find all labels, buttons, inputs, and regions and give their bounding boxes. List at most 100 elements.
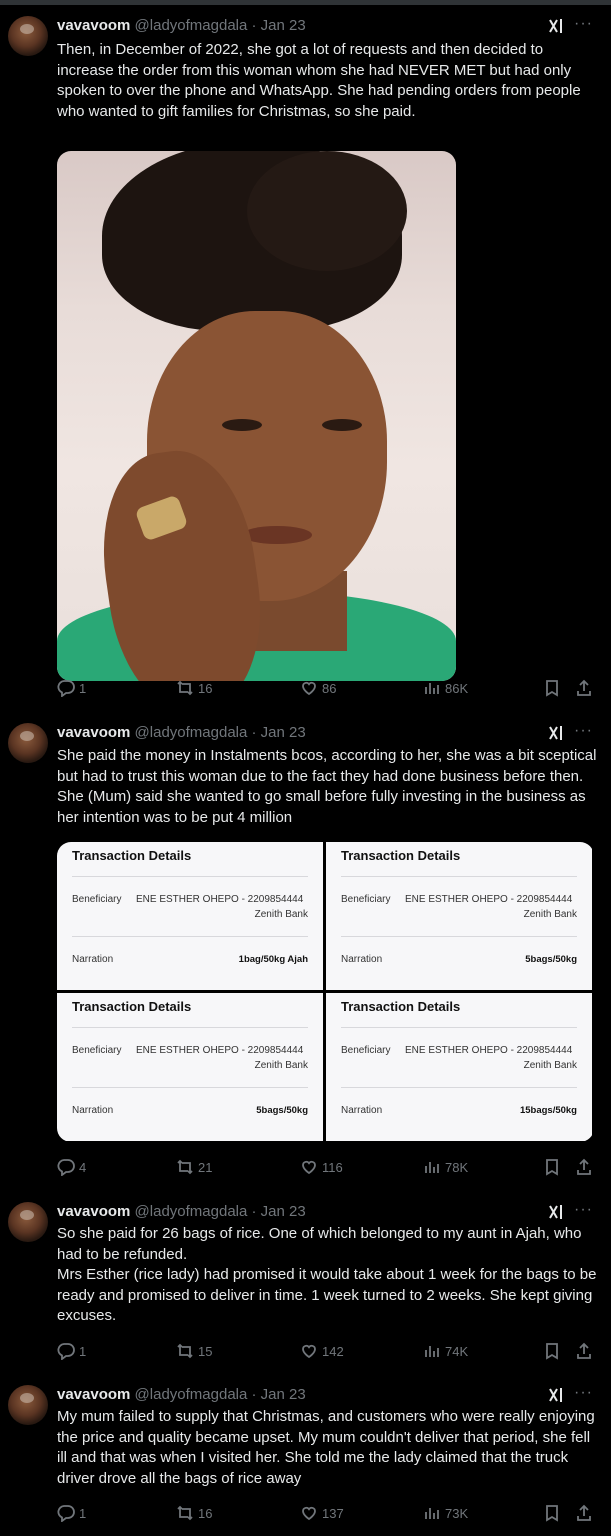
reply-button[interactable]: 1 — [57, 1341, 86, 1361]
share-button[interactable] — [575, 1157, 593, 1177]
bookmark-button[interactable] — [543, 1157, 561, 1177]
views-button[interactable]: 78K — [423, 1157, 468, 1177]
retweet-button[interactable]: 21 — [176, 1157, 212, 1177]
tweet-text: So she paid for 26 bags of rice. One of … — [57, 1225, 597, 1325]
views-count: 74K — [445, 1343, 469, 1359]
reply-icon — [57, 1343, 75, 1360]
bank-name: Zenith Bank — [254, 909, 308, 920]
bookmark-button[interactable] — [543, 678, 561, 698]
more-icon[interactable]: ··· — [574, 1385, 593, 1401]
transaction-image-grid[interactable]: Transaction Details Beneficiary ENE ESTH… — [57, 842, 594, 1142]
bank-name: Zenith Bank — [523, 1060, 577, 1071]
top-divider — [0, 0, 611, 5]
reply-count: 1 — [79, 1343, 87, 1359]
share-button[interactable] — [575, 1341, 593, 1361]
author-handle[interactable]: @ladyofmagdala — [135, 724, 248, 741]
author-name[interactable]: vavavoom — [57, 1386, 130, 1403]
reply-icon — [57, 680, 75, 697]
narration-label: Narration — [341, 954, 383, 965]
beneficiary-label: Beneficiary — [341, 1045, 391, 1056]
grok-icon[interactable] — [548, 17, 566, 35]
retweet-count: 16 — [198, 680, 213, 696]
like-count: 142 — [322, 1343, 344, 1359]
bookmark-icon — [546, 680, 558, 697]
reply-button[interactable]: 1 — [57, 1503, 86, 1523]
tweet-header: vavavoom @ladyofmagdala · Jan 23 — [57, 1202, 306, 1222]
beneficiary-label: Beneficiary — [341, 894, 391, 905]
reply-button[interactable]: 4 — [57, 1157, 86, 1177]
transaction-card[interactable]: Transaction Details Beneficiary ENE ESTH… — [326, 993, 592, 1141]
transaction-title: Transaction Details — [72, 999, 192, 1014]
like-button[interactable]: 86 — [300, 678, 336, 698]
grok-icon[interactable] — [548, 1386, 566, 1404]
grok-icon[interactable] — [548, 724, 566, 742]
transaction-card[interactable]: Transaction Details Beneficiary ENE ESTH… — [57, 993, 323, 1141]
like-button[interactable]: 116 — [300, 1157, 343, 1177]
avatar[interactable] — [8, 16, 48, 56]
transaction-title: Transaction Details — [341, 848, 461, 863]
transaction-card[interactable]: Transaction Details Beneficiary ENE ESTH… — [326, 842, 592, 990]
narration-label: Narration — [72, 1105, 114, 1116]
like-button[interactable]: 137 — [300, 1503, 344, 1523]
author-handle[interactable]: @ladyofmagdala — [135, 1386, 248, 1403]
retweet-icon — [177, 1159, 193, 1175]
tweet-date[interactable]: · Jan 23 — [252, 1203, 306, 1220]
tweet-date[interactable]: · Jan 23 — [252, 17, 306, 34]
author-name[interactable]: vavavoom — [57, 1203, 130, 1220]
avatar[interactable] — [8, 723, 48, 763]
avatar[interactable] — [8, 1202, 48, 1242]
share-button[interactable] — [575, 678, 593, 698]
beneficiary-label: Beneficiary — [72, 1045, 122, 1056]
beneficiary-label: Beneficiary — [72, 894, 122, 905]
transaction-card[interactable]: Transaction Details Beneficiary ENE ESTH… — [57, 842, 323, 990]
tweet-actions: 1 16 137 73K — [0, 1503, 611, 1525]
views-button[interactable]: 74K — [423, 1341, 468, 1361]
author-name[interactable]: vavavoom — [57, 17, 130, 34]
like-button[interactable]: 142 — [300, 1341, 344, 1361]
reply-count: 1 — [79, 1505, 87, 1521]
share-icon — [577, 1342, 591, 1359]
tweet-date[interactable]: · Jan 23 — [252, 724, 306, 741]
like-count: 137 — [322, 1505, 344, 1521]
retweet-button[interactable]: 16 — [176, 678, 212, 698]
heart-icon — [302, 1160, 316, 1175]
tweet-actions: 4 21 116 78K — [0, 1157, 611, 1179]
bank-name: Zenith Bank — [523, 909, 577, 920]
avatar[interactable] — [8, 1385, 48, 1425]
share-icon — [577, 1158, 591, 1175]
views-button[interactable]: 73K — [423, 1503, 468, 1523]
retweet-button[interactable]: 16 — [176, 1503, 212, 1523]
bookmark-button[interactable] — [543, 1341, 561, 1361]
beneficiary-value: ENE ESTHER OHEPO - 2209854444 — [405, 1045, 573, 1056]
heart-icon — [302, 1506, 316, 1521]
retweet-count: 15 — [198, 1343, 213, 1359]
grok-icon[interactable] — [548, 1203, 566, 1221]
tweet-header: vavavoom @ladyofmagdala · Jan 23 — [57, 1385, 306, 1405]
beneficiary-value: ENE ESTHER OHEPO - 2209854444 — [136, 894, 304, 905]
reply-button[interactable]: 1 — [57, 678, 86, 698]
views-count: 78K — [445, 1159, 469, 1175]
more-icon[interactable]: ··· — [574, 723, 593, 739]
views-button[interactable]: 86K — [423, 678, 468, 698]
more-icon[interactable]: ··· — [574, 16, 593, 32]
tweet-photo[interactable] — [57, 151, 456, 681]
retweet-count: 21 — [198, 1159, 213, 1175]
bookmark-button[interactable] — [543, 1503, 561, 1523]
views-icon — [425, 683, 439, 694]
narration-value: 15bags/50kg — [519, 1105, 577, 1116]
beneficiary-value: ENE ESTHER OHEPO - 2209854444 — [405, 894, 573, 905]
share-button[interactable] — [575, 1503, 593, 1523]
tweet-header: vavavoom @ladyofmagdala · Jan 23 — [57, 723, 306, 743]
retweet-icon — [177, 1343, 193, 1359]
like-count: 86 — [322, 680, 337, 696]
author-handle[interactable]: @ladyofmagdala — [135, 17, 248, 34]
narration-label: Narration — [341, 1105, 383, 1116]
author-handle[interactable]: @ladyofmagdala — [135, 1203, 248, 1220]
retweet-count: 16 — [198, 1505, 213, 1521]
retweet-icon — [177, 680, 193, 696]
retweet-button[interactable]: 15 — [176, 1341, 212, 1361]
author-name[interactable]: vavavoom — [57, 724, 130, 741]
tweet-date[interactable]: · Jan 23 — [252, 1386, 306, 1403]
narration-value: 5bags/50kg — [525, 954, 577, 965]
more-icon[interactable]: ··· — [574, 1202, 593, 1218]
